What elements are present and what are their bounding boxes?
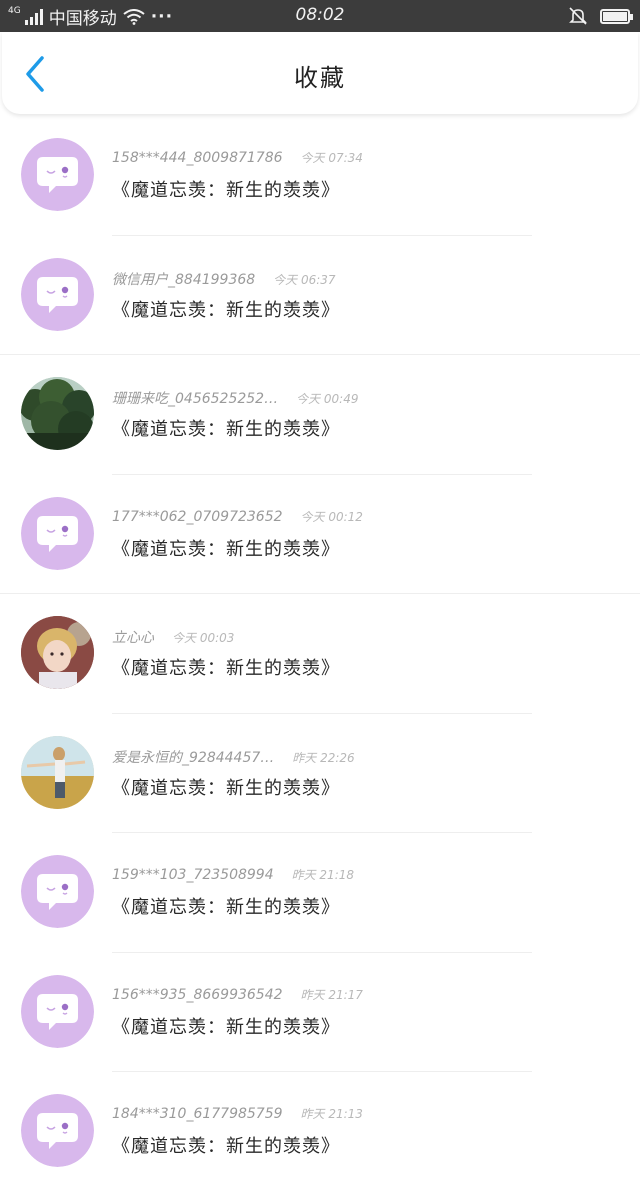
book-title: 《魔道忘羡：新生的羡羡》 — [112, 1136, 340, 1157]
girl-field-avatar — [21, 735, 94, 809]
book-title: 《魔道忘羡：新生的羡羡》 — [112, 658, 340, 679]
status-right — [568, 6, 633, 26]
bell-muted-icon — [569, 7, 587, 25]
user-name: 177***062_0709723652 — [112, 508, 283, 525]
user-name: 立心心 — [112, 630, 154, 646]
item-time: 昨天 21:18 — [291, 868, 355, 882]
avatar — [21, 974, 94, 1048]
item-meta: 珊珊来吃_0456525252… 今天 00:49 — [112, 388, 358, 408]
item-meta: 184***310_6177985759 昨天 21:13 — [112, 1105, 363, 1122]
item-time: 昨天 21:13 — [300, 1107, 363, 1121]
chat-bubble-icon — [21, 257, 94, 331]
item-meta: 159***103_723508994 昨天 21:18 — [112, 866, 354, 883]
avatar — [21, 1094, 94, 1167]
avatar — [21, 735, 94, 809]
page-title: 收藏 — [294, 64, 346, 92]
user-name: 184***310_6177985759 — [112, 1106, 283, 1122]
favorites-list: 158***444_8009871786 今天 07:34 《魔道忘羡：新生的羡羡… — [0, 116, 640, 1192]
avatar — [21, 138, 94, 211]
item-meta: 微信用户_884199368 今天 06:37 — [112, 269, 336, 289]
list-item[interactable]: 立心心 今天 00:03 《魔道忘羡：新生的羡羡》 — [0, 594, 640, 714]
book-title: 《魔道忘羡：新生的羡羡》 — [112, 299, 340, 321]
item-meta: 177***062_0709723652 今天 00:12 — [112, 508, 363, 525]
list-item[interactable]: 159***103_723508994 昨天 21:18 《魔道忘羡：新生的羡羡》 — [0, 833, 640, 953]
list-item[interactable]: 177***062_0709723652 今天 00:12 《魔道忘羡：新生的羡羡… — [0, 475, 640, 594]
status-bar: 4G 中国移动 ··· 08:02 — [0, 0, 640, 32]
user-name: 微信用户_884199368 — [112, 271, 256, 288]
trees-photo-avatar — [21, 377, 94, 450]
user-name: 爱是永恒的_92844457… — [112, 749, 275, 766]
item-time: 今天 00:03 — [172, 631, 235, 645]
list-item[interactable]: 158***444_8009871786 今天 07:34 《魔道忘羡：新生的羡羡… — [0, 116, 640, 236]
book-title: 《魔道忘羡：新生的羡羡》 — [112, 419, 340, 440]
item-time: 今天 00:12 — [300, 509, 363, 524]
user-name: 156***935_8669936542 — [112, 986, 283, 1003]
list-item[interactable]: 微信用户_884199368 今天 06:37 《魔道忘羡：新生的羡羡》 — [0, 236, 640, 355]
avatar — [21, 257, 94, 331]
book-title: 《魔道忘羡：新生的羡羡》 — [112, 897, 340, 918]
avatar — [21, 616, 94, 689]
battery-icon — [600, 8, 633, 24]
avatar — [21, 496, 94, 570]
book-title: 《魔道忘羡：新生的羡羡》 — [112, 538, 340, 560]
status-time: 08:02 — [295, 5, 345, 25]
item-time: 昨天 22:26 — [292, 750, 355, 765]
item-time: 昨天 21:17 — [300, 987, 363, 1002]
avatar — [21, 855, 94, 928]
user-name: 珊珊来吃_0456525252… — [112, 391, 279, 407]
list-item[interactable]: 爱是永恒的_92844457… 昨天 22:26 《魔道忘羡：新生的羡羡》 — [0, 714, 640, 833]
chat-bubble-icon — [21, 855, 94, 928]
chat-bubble-icon — [21, 1094, 94, 1167]
book-title: 《魔道忘羡：新生的羡羡》 — [112, 180, 340, 201]
item-meta: 158***444_8009871786 今天 07:34 — [112, 149, 363, 166]
book-title: 《魔道忘羡：新生的羡羡》 — [112, 777, 340, 799]
item-time: 今天 07:34 — [300, 151, 363, 165]
list-item[interactable]: 184***310_6177985759 昨天 21:13 《魔道忘羡：新生的羡羡… — [0, 1072, 640, 1192]
girl-portrait-avatar — [21, 616, 94, 689]
item-meta: 爱是永恒的_92844457… 昨天 22:26 — [112, 747, 355, 767]
item-time: 今天 00:49 — [296, 392, 359, 406]
chat-bubble-icon — [21, 138, 94, 211]
list-item[interactable]: 156***935_8669936542 昨天 21:17 《魔道忘羡：新生的羡羡… — [0, 953, 640, 1072]
item-time: 今天 06:37 — [273, 272, 336, 287]
user-name: 159***103_723508994 — [112, 867, 274, 883]
chat-bubble-icon — [21, 496, 94, 570]
book-title: 《魔道忘羡：新生的羡羡》 — [112, 1016, 340, 1038]
list-item[interactable]: 珊珊来吃_0456525252… 今天 00:49 《魔道忘羡：新生的羡羡》 — [0, 355, 640, 475]
item-meta: 156***935_8669936542 昨天 21:17 — [112, 986, 363, 1003]
avatar — [21, 377, 94, 450]
nav-header: 收藏 — [2, 32, 638, 114]
item-meta: 立心心 今天 00:03 — [112, 627, 234, 647]
user-name: 158***444_8009871786 — [112, 150, 283, 166]
chat-bubble-icon — [21, 974, 94, 1048]
